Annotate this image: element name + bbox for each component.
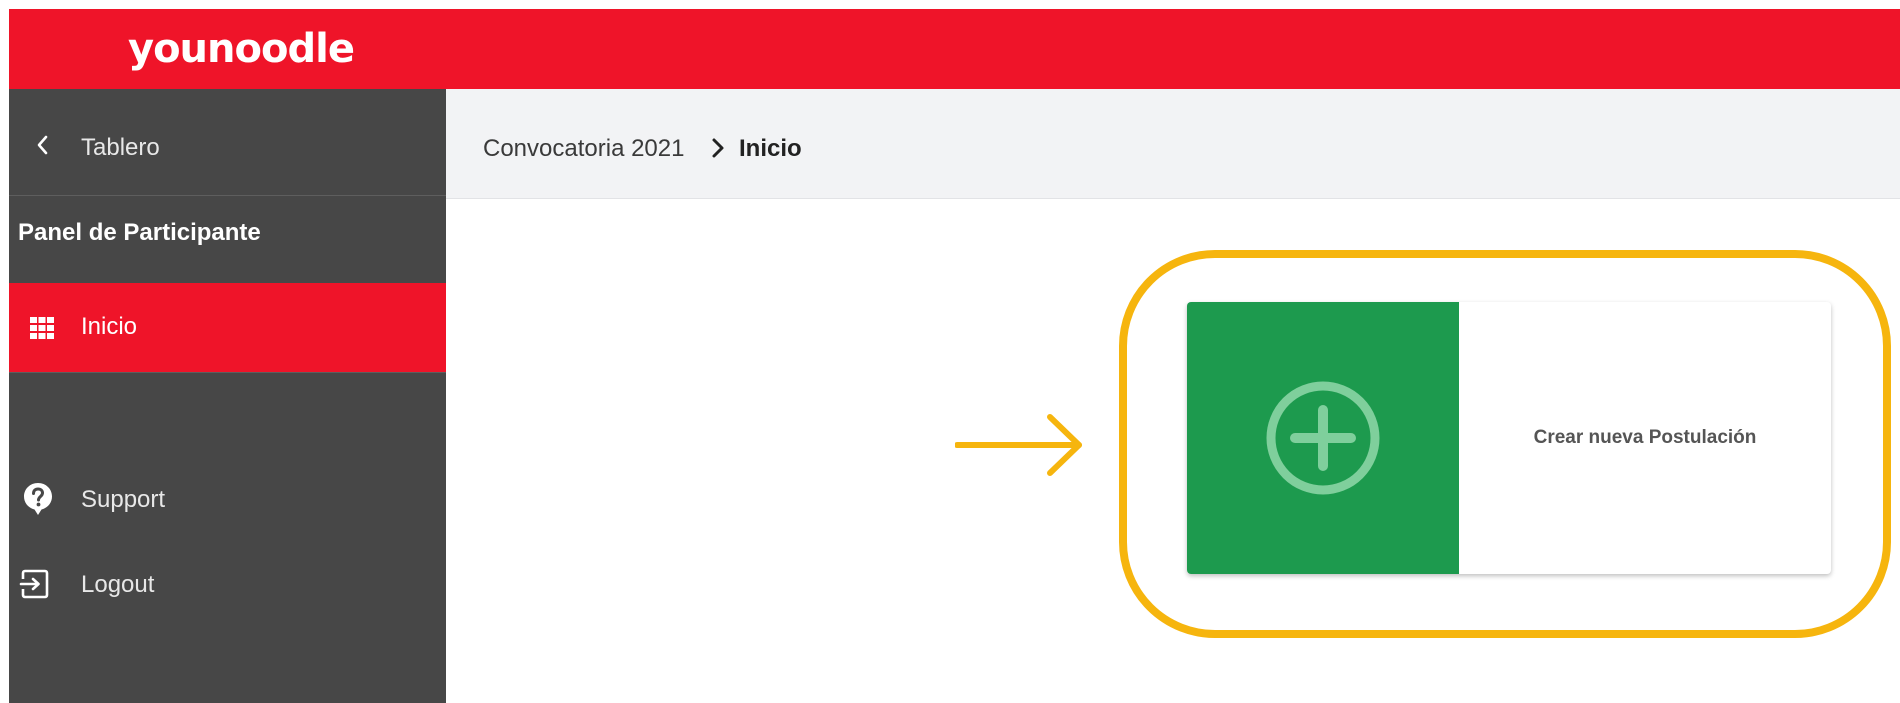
arrow-right-icon [955, 414, 1082, 476]
sidebar-item-support[interactable]: Support [9, 469, 446, 529]
breadcrumb: Convocatoria 2021 Inicio [446, 89, 1900, 199]
younoodle-logo[interactable]: younoodle [128, 29, 355, 69]
grid-icon [30, 317, 54, 339]
help-circle-icon [24, 483, 52, 515]
sidebar-back-label: Tablero [81, 134, 160, 161]
sidebar-back-link[interactable]: Tablero [9, 89, 446, 196]
sidebar-item-logout[interactable]: Logout [9, 554, 446, 614]
breadcrumb-convocatoria[interactable]: Convocatoria 2021 [483, 135, 684, 163]
sidebar-item-label: Logout [81, 571, 155, 598]
chevron-left-icon [37, 135, 48, 155]
logout-icon [19, 569, 49, 599]
app-window: younoodle Tablero Panel de Participante [0, 0, 1900, 703]
top-header: younoodle [9, 9, 1900, 89]
sidebar-section-title: Panel de Participante [18, 219, 261, 246]
highlight-outline [1119, 250, 1891, 638]
sidebar-divider [9, 372, 446, 373]
sidebar-item-inicio[interactable]: Inicio [9, 283, 446, 372]
sidebar-item-label: Inicio [81, 313, 138, 340]
breadcrumb-current: Inicio [739, 135, 802, 162]
sidebar-item-label: Support [81, 486, 166, 513]
sidebar: Tablero Panel de Participante Inicio Sup… [9, 89, 446, 703]
chevron-right-icon [712, 138, 724, 158]
